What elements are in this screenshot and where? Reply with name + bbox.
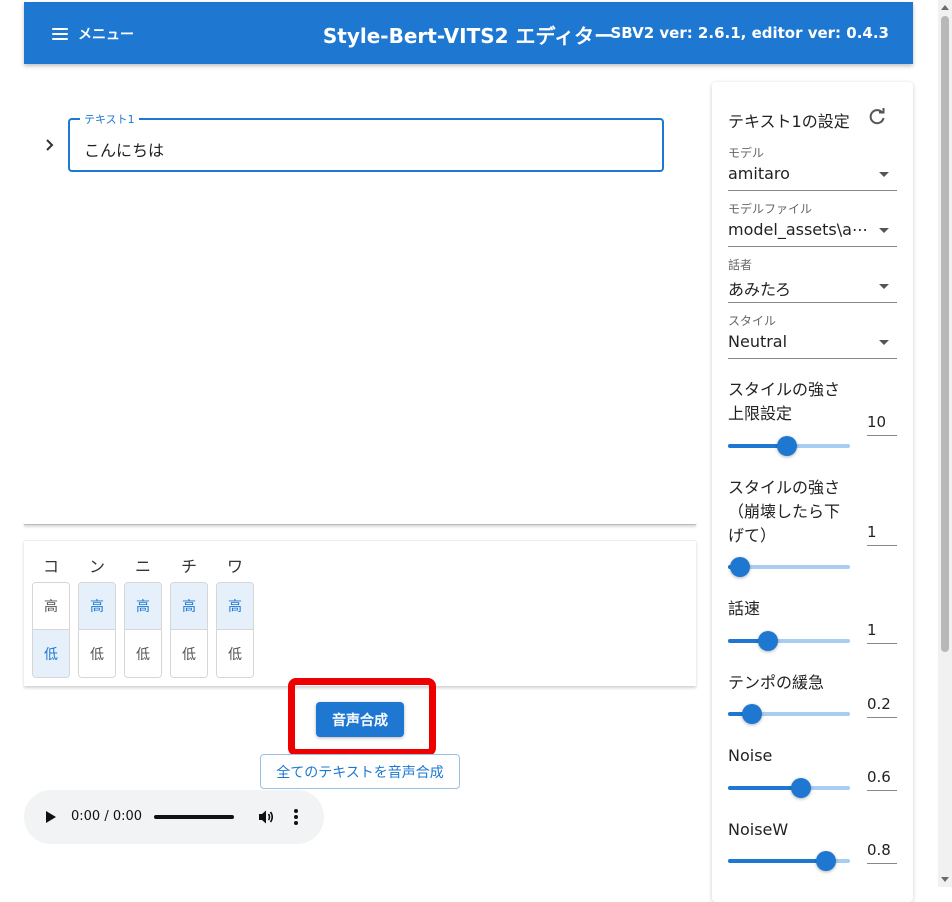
mora-column: チ高低 [170, 541, 208, 681]
model-select[interactable]: モデル amitaro [728, 144, 897, 192]
style-strength-limit-slider[interactable] [728, 436, 850, 456]
slider-label: スタイルの強さ 上限設定 [728, 380, 841, 423]
mora-char: ニ [134, 557, 151, 576]
mora-char: コ [42, 557, 59, 576]
select-label: 話者 [728, 258, 753, 272]
synthesize-all-button[interactable]: 全てのテキストを音声合成 [260, 754, 460, 789]
slider-label: スタイルの強さ （崩壊したら下 げて） [728, 478, 841, 545]
select-value: amitaro [728, 164, 790, 183]
slider-value-input[interactable]: 0.8 [867, 838, 897, 864]
slider-thumb[interactable] [776, 436, 797, 456]
slider-value-input[interactable]: 0.6 [867, 765, 897, 791]
play-icon[interactable] [46, 811, 56, 823]
slider-value-input[interactable]: 0.2 [867, 692, 897, 718]
accent-panel: コ高低ン高低ニ高低チ高低ワ高低 [24, 540, 696, 686]
select-underline [728, 190, 897, 191]
text-field-value[interactable]: こんにちは [84, 137, 164, 161]
slider-thumb[interactable] [742, 704, 763, 724]
pitch-low-button[interactable]: 低 [217, 630, 253, 677]
settings-panel: テキスト1の設定 モデル amitaro モデルファイル model_assets\a… [712, 82, 913, 902]
slider-label: テンポの緩急 [728, 673, 825, 692]
pitch-high-button[interactable]: 高 [79, 583, 115, 630]
slider-label: NoiseW [728, 820, 789, 839]
model-file-select[interactable]: モデルファイル model_assets\a⋯ [728, 200, 897, 248]
slider-thumb[interactable] [730, 557, 751, 577]
audio-progress-bar[interactable] [154, 815, 234, 819]
slider-fill [728, 859, 826, 863]
pitch-toggle: 高低 [32, 582, 70, 678]
slider-thumb[interactable] [758, 631, 779, 651]
text-field-label: テキスト1 [80, 111, 139, 127]
pitch-low-button[interactable]: 低 [79, 630, 115, 677]
style-select[interactable]: スタイル Neutral [728, 312, 897, 360]
editor-panel-edge [24, 521, 696, 525]
volume-icon[interactable] [258, 809, 274, 825]
tempo-slider[interactable] [728, 704, 850, 724]
pitch-low-button[interactable]: 低 [33, 630, 69, 677]
slider-thumb[interactable] [815, 851, 836, 871]
mora-char: チ [180, 557, 197, 576]
text-input-field[interactable]: テキスト1 こんにちは [68, 111, 664, 172]
slider-value-input[interactable]: 1 [867, 618, 897, 644]
select-value: あみたろ [728, 280, 792, 299]
expand-chevron-icon[interactable] [43, 136, 57, 154]
noisew-slider[interactable] [728, 851, 850, 871]
mora-column: コ高低 [32, 541, 70, 681]
select-underline [728, 246, 897, 247]
slider-value-input[interactable]: 10 [867, 410, 897, 436]
pitch-low-button[interactable]: 低 [171, 630, 207, 677]
speed-slider[interactable] [728, 631, 850, 651]
dropdown-arrow-icon [879, 340, 889, 345]
mora-column: ワ高低 [216, 541, 254, 681]
speaker-select[interactable]: 話者 あみたろ [728, 256, 897, 304]
page-scrollbar[interactable] [938, 0, 952, 887]
select-underline [728, 302, 897, 303]
dropdown-arrow-icon [879, 284, 889, 289]
select-label: モデルファイル [728, 202, 813, 216]
scroll-down-arrow-icon[interactable] [941, 877, 949, 882]
settings-title: テキスト1の設定 [728, 112, 850, 131]
audio-time: 0:00 / 0:00 [71, 809, 143, 824]
pitch-high-button[interactable]: 高 [171, 583, 207, 630]
slider-value-input[interactable]: 1 [867, 520, 897, 546]
select-label: スタイル [728, 314, 777, 328]
select-underline [728, 358, 897, 359]
pitch-high-button[interactable]: 高 [217, 583, 253, 630]
slider-thumb[interactable] [791, 778, 812, 798]
audio-player: 0:00 / 0:00 [24, 790, 324, 844]
scroll-up-arrow-icon[interactable] [941, 5, 949, 10]
style-strength-slider[interactable] [728, 557, 850, 577]
pitch-low-button[interactable]: 低 [125, 630, 161, 677]
mora-column: ニ高低 [124, 541, 162, 681]
mora-char: ン [88, 557, 105, 576]
pitch-toggle: 高低 [124, 582, 162, 678]
refresh-icon[interactable] [867, 107, 887, 127]
scroll-thumb[interactable] [941, 16, 949, 652]
dropdown-arrow-icon [879, 172, 889, 177]
pitch-toggle: 高低 [78, 582, 116, 678]
version-text: SBV2 ver: 2.6.1, editor ver: 0.4.3 [610, 24, 889, 42]
pitch-high-button[interactable]: 高 [125, 583, 161, 630]
pitch-high-button[interactable]: 高 [33, 583, 69, 630]
noise-slider[interactable] [728, 778, 850, 798]
select-value: Neutral [728, 332, 788, 351]
app-header: メニュー Style-Bert-VITS2 エディター SBV2 ver: 2.… [24, 2, 913, 64]
select-label: モデル [728, 146, 765, 160]
slider-label: 話速 [728, 599, 761, 618]
pitch-toggle: 高低 [216, 582, 254, 678]
mora-column: ン高低 [78, 541, 116, 681]
pitch-toggle: 高低 [170, 582, 208, 678]
more-options-icon[interactable] [292, 807, 300, 827]
slider-label: Noise [728, 746, 773, 765]
mora-char: ワ [226, 557, 243, 576]
dropdown-arrow-icon [879, 228, 889, 233]
synthesize-button[interactable]: 音声合成 [316, 702, 404, 737]
select-value: model_assets\a⋯ [728, 220, 868, 239]
